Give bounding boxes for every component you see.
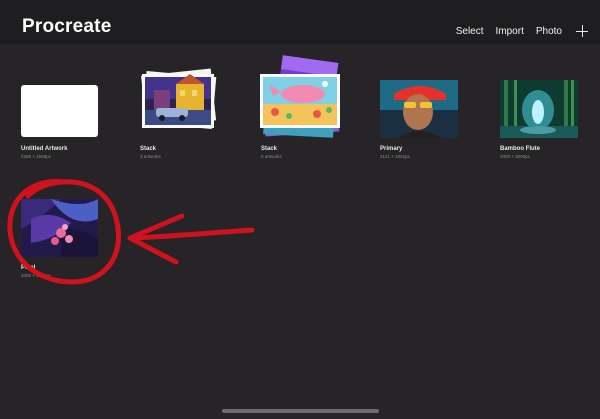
annotation-circle (7, 179, 122, 285)
annotation-overlay (7, 179, 255, 285)
home-indicator[interactable] (222, 409, 379, 413)
